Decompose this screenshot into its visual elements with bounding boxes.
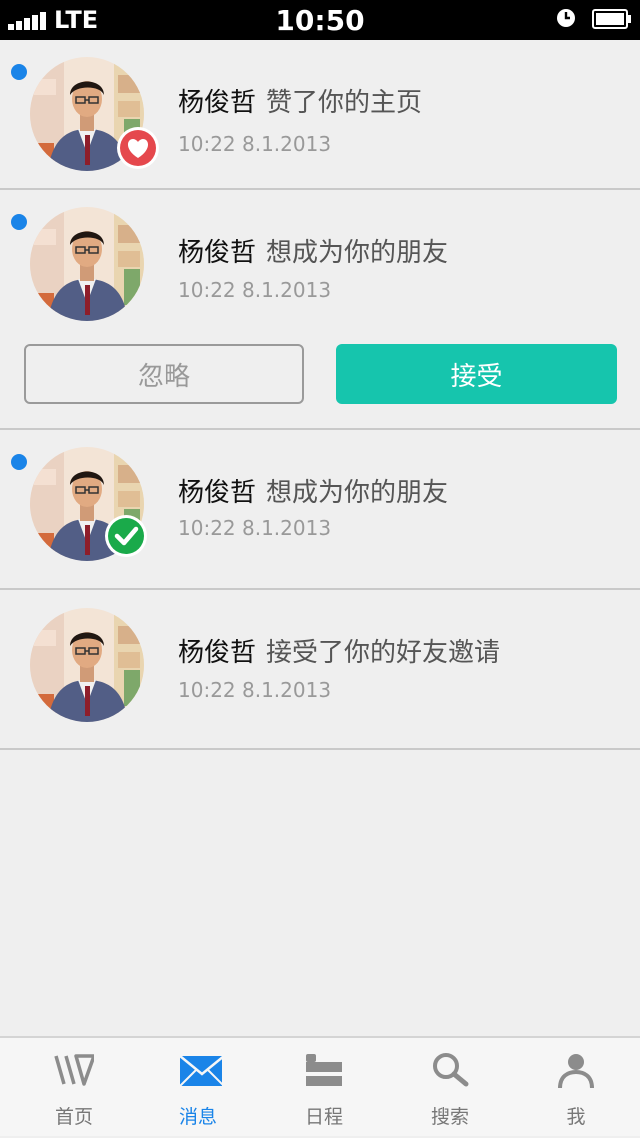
notification-name[interactable]: 杨俊哲	[178, 638, 256, 668]
status-bar: LTE 10:50	[0, 0, 640, 40]
notification-name[interactable]: 杨俊哲	[178, 238, 256, 268]
tab-label: 首页	[54, 1106, 93, 1128]
tab-label: 日程	[304, 1106, 343, 1128]
tab-label: 消息	[178, 1106, 217, 1128]
notification-item[interactable]: 杨俊哲 赞了你的主页 10:22 8.1.2013	[0, 40, 640, 190]
avatar[interactable]	[30, 207, 144, 321]
notification-time: 10:22 8.1.2013	[178, 132, 332, 156]
home-icon	[54, 1054, 94, 1086]
notification-action: 赞了你的主页	[266, 88, 423, 118]
tab-label: 我	[566, 1106, 586, 1128]
tab-home[interactable]: 首页	[10, 1038, 138, 1138]
notification-item[interactable]: 杨俊哲 接受了你的好友邀请 10:22 8.1.2013	[0, 590, 640, 750]
unread-dot	[11, 454, 27, 470]
unread-dot	[11, 214, 27, 230]
notification-time: 10:22 8.1.2013	[178, 678, 332, 702]
envelope-icon	[179, 1055, 222, 1087]
notification-name[interactable]: 杨俊哲	[178, 88, 256, 118]
search-icon	[433, 1053, 469, 1087]
person-icon	[558, 1054, 594, 1089]
tab-schedule[interactable]: 日程	[260, 1038, 388, 1138]
notification-action: 想成为你的朋友	[266, 478, 449, 508]
schedule-icon	[306, 1054, 342, 1086]
notification-time: 10:22 8.1.2013	[178, 278, 332, 302]
notification-action: 接受了你的好友邀请	[266, 638, 501, 668]
tab-search[interactable]: 搜索	[386, 1038, 514, 1138]
notification-name[interactable]: 杨俊哲	[178, 478, 256, 508]
accept-button[interactable]: 接受	[336, 344, 617, 404]
tab-bar: 首页 消息 日程 搜索 我	[0, 1036, 640, 1136]
tab-label: 搜索	[430, 1106, 469, 1128]
alarm-clock-icon	[557, 9, 575, 27]
avatar[interactable]	[30, 608, 144, 722]
check-icon	[105, 515, 147, 557]
unread-dot	[11, 64, 27, 80]
notification-time: 10:22 8.1.2013	[178, 516, 332, 540]
tab-me[interactable]: 我	[512, 1038, 640, 1138]
heart-icon	[117, 127, 159, 169]
ignore-button[interactable]: 忽略	[24, 344, 304, 404]
notification-action: 想成为你的朋友	[266, 238, 449, 268]
status-time: 10:50	[275, 4, 365, 37]
battery-icon	[592, 9, 631, 29]
tab-messages[interactable]: 消息	[134, 1038, 262, 1138]
notification-item[interactable]: 杨俊哲 想成为你的朋友 10:22 8.1.2013	[0, 430, 640, 590]
